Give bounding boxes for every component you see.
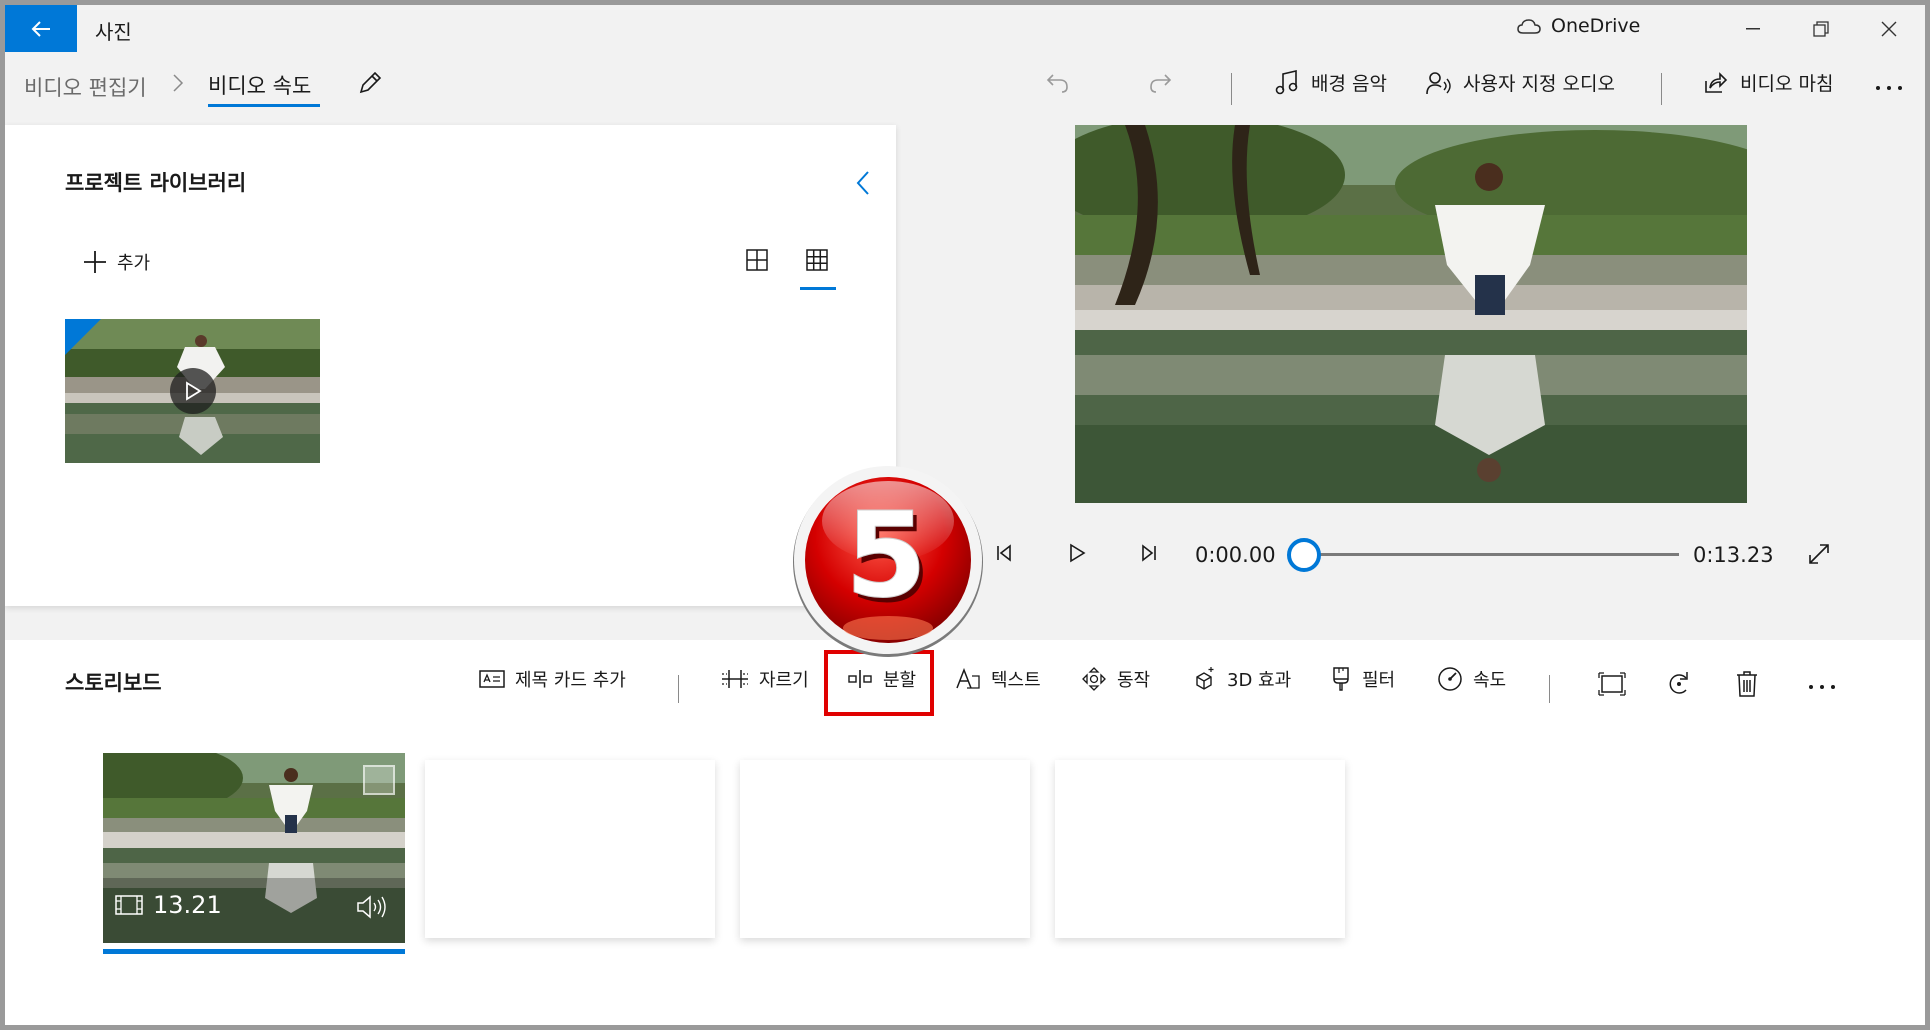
collapse-chevron-icon[interactable] [855,169,871,197]
trim-icon [722,670,748,688]
title-bar: 사진 OneDrive [5,5,1925,52]
current-time: 0:00.00 [1195,543,1276,567]
plus-icon [84,251,106,273]
film-strip-icon [115,895,143,915]
motion-label: 동작 [1117,670,1151,691]
seek-bar[interactable] [1307,553,1679,556]
clip-select-checkbox[interactable] [363,765,395,795]
play-icon [186,381,202,401]
onedrive-label: OneDrive [1551,15,1641,37]
finish-video-button[interactable]: 비디오 마침 [1702,69,1833,96]
text-button[interactable]: 텍스트 [955,666,1041,692]
chevron-right-icon [173,74,184,92]
paintbrush-filter-icon [1333,667,1349,691]
back-arrow-icon [31,20,50,37]
next-frame-icon[interactable] [1140,543,1158,563]
storyboard-divider [1549,675,1550,703]
app-title: 사진 [95,20,132,44]
add-label: 추가 [117,253,151,274]
small-grid-view-icon[interactable] [806,249,828,271]
photos-window: 사진 OneDrive 비디오 편집기 비디오 속도 배경 음악 사용자 지정 … [5,5,1925,1025]
rotate-icon[interactable] [1666,670,1692,698]
background-music-label: 배경 음악 [1311,73,1387,95]
undo-icon[interactable] [1045,71,1071,95]
3d-effects-label: 3D 효과 [1227,670,1292,691]
close-button[interactable] [1855,5,1923,52]
finish-video-label: 비디오 마침 [1740,73,1834,95]
motion-button[interactable]: 동작 [1081,666,1150,692]
speed-button[interactable]: 속도 [1437,666,1506,692]
storyboard-panel: 스토리보드 제목 카드 추가 자르기 분할 텍스트 동작 3D 효과 필터 속도… [5,640,1925,1025]
preview-frame-image [1075,125,1747,503]
library-video-thumbnail[interactable] [65,319,320,463]
clip-selected-bar [103,949,405,954]
large-grid-view-icon[interactable] [746,249,768,271]
restore-icon [1813,20,1829,37]
play-overlay-button[interactable] [170,368,216,414]
speedometer-icon [1438,667,1462,691]
seek-thumb[interactable] [1287,538,1321,572]
filters-button[interactable]: 필터 [1330,666,1395,692]
speed-label: 속도 [1473,670,1507,691]
step-number-text: 5 [845,486,927,624]
restore-button[interactable] [1787,5,1855,52]
selected-corner-marker [65,319,101,355]
add-media-button[interactable]: 추가 [83,249,150,275]
clip-duration-label: 13.21 [153,891,222,919]
resize-aspect-icon[interactable] [1598,672,1626,696]
split-highlight-box [824,650,934,716]
breadcrumb-underline [208,104,320,107]
volume-icon[interactable] [356,895,388,919]
onedrive-status[interactable]: OneDrive [1517,15,1640,37]
minimize-button[interactable] [1719,5,1787,52]
text-label: 텍스트 [991,670,1041,691]
music-note-icon [1275,69,1298,94]
trim-button[interactable]: 자르기 [721,666,809,692]
more-options-icon[interactable] [1875,85,1903,91]
project-library-panel: 프로젝트 라이브러리 추가 [5,125,896,606]
text-tool-icon [956,668,980,689]
background-music-button[interactable]: 배경 음악 [1275,69,1387,96]
empty-clip-slot [425,760,715,938]
close-icon [1881,21,1897,36]
toolbar-divider [1661,73,1662,105]
view-selected-indicator [800,287,836,290]
storyboard-clip[interactable]: 13.21 [103,753,405,943]
more-options-icon[interactable] [1808,684,1836,690]
breadcrumb-current: 비디오 속도 [208,74,312,98]
empty-clip-slot [1055,760,1345,938]
storyboard-divider [678,675,679,703]
title-card-icon [479,670,505,688]
add-title-card-label: 제목 카드 추가 [515,670,626,691]
filters-label: 필터 [1362,670,1396,691]
cloud-icon [1517,19,1541,34]
motion-icon [1082,667,1106,691]
person-audio-icon [1426,71,1451,94]
total-time: 0:13.23 [1693,543,1774,567]
previous-frame-icon[interactable] [995,543,1013,563]
video-preview[interactable] [1075,125,1747,503]
share-export-icon [1705,71,1728,93]
project-library-title: 프로젝트 라이브러리 [65,171,247,195]
breadcrumb-video-editor[interactable]: 비디오 편집기 [24,72,147,102]
clip-duration: 13.21 [115,891,222,919]
add-title-card-button[interactable]: 제목 카드 추가 [479,666,626,692]
toolbar-divider [1231,73,1232,105]
3d-effects-button[interactable]: 3D 효과 [1191,666,1291,692]
fullscreen-expand-icon[interactable] [1808,543,1830,565]
delete-trash-icon[interactable] [1736,670,1758,698]
play-icon[interactable] [1068,543,1086,563]
custom-audio-label: 사용자 지정 오디오 [1463,73,1615,95]
3d-cube-sparkle-icon [1196,667,1214,690]
empty-clip-slot [740,760,1030,938]
back-button[interactable] [5,5,77,52]
redo-icon[interactable] [1147,71,1173,95]
trim-label: 자르기 [759,670,809,691]
step-number-badge: 5 5 [793,466,983,657]
minimize-icon [1746,27,1760,29]
storyboard-title: 스토리보드 [65,671,162,695]
edit-pencil-icon[interactable] [357,70,383,96]
custom-audio-button[interactable]: 사용자 지정 오디오 [1425,69,1615,96]
